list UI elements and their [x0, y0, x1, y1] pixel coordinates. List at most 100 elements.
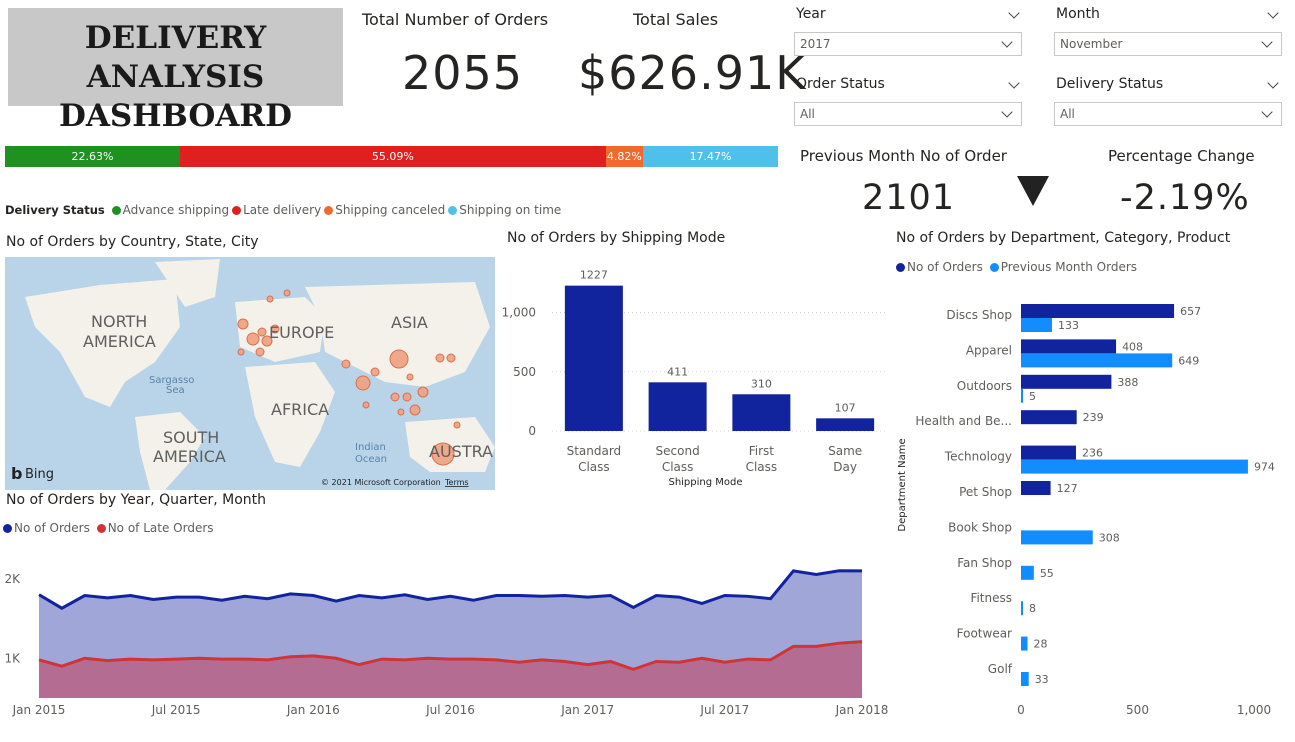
department-bar[interactable]: [1021, 318, 1052, 332]
x-tick-label: Jul 2017: [699, 703, 749, 717]
department-chart[interactable]: 0 500 1,000 Discs Shop 657 133 Apparel 408 649 Ou…: [893, 285, 1293, 720]
legend-item-label: Advance shipping: [122, 203, 230, 217]
order-status-dropdown-value: All: [800, 107, 815, 121]
month-dropdown[interactable]: November: [1054, 32, 1282, 56]
data-label: 310: [751, 377, 772, 390]
chevron-down-icon: [1261, 36, 1273, 48]
department-bar[interactable]: [1021, 304, 1175, 318]
legend-dot-late-icon: [96, 524, 106, 533]
department-bar[interactable]: [1021, 445, 1076, 460]
month-slicer-label: Month: [1056, 6, 1100, 22]
timeseries-title: No of Orders by Year, Quarter, Month: [6, 492, 266, 508]
department-bar[interactable]: [1021, 353, 1173, 368]
shipping-bar[interactable]: [648, 382, 707, 431]
month-collapse-chevron-icon[interactable]: [1267, 7, 1279, 19]
timeseries-chart[interactable]: 1K 2K Jan 2015 Jul 2015 Jan 2016 Jul 2016 Jan …: [0, 545, 895, 735]
map-bubble: [406, 373, 414, 381]
order-status-slicer-label: Order Status: [796, 76, 885, 92]
category-label: Discs Shop: [946, 308, 1012, 322]
y-tick-label: 1K: [4, 651, 21, 665]
data-label: 239: [1083, 411, 1104, 424]
data-label: 408: [1122, 340, 1143, 353]
map-label-australia: AUSTRA: [429, 442, 493, 461]
map-bubble: [446, 353, 456, 363]
year-slicer-label: Year: [796, 6, 826, 22]
department-bar[interactable]: [1021, 374, 1112, 389]
previous-month-orders-label: Previous Month No of Order: [800, 147, 1007, 165]
data-label: 657: [1180, 305, 1201, 318]
department-bar[interactable]: [1021, 459, 1248, 474]
category-label: Apparel: [966, 343, 1012, 357]
category-label: Health and Be...: [915, 414, 1012, 428]
data-label: 5: [1029, 390, 1036, 403]
data-label: 974: [1254, 461, 1275, 474]
category-label: Golf: [988, 662, 1013, 676]
delivery-bar-segment[interactable]: 17.47%: [643, 146, 779, 167]
y-tick-label: 500: [513, 365, 536, 379]
map-label-sargasso-2: Sea: [166, 385, 185, 396]
department-bar[interactable]: [1021, 481, 1051, 495]
shipping-bar[interactable]: [564, 285, 623, 431]
map-label-africa: AFRICA: [271, 400, 329, 419]
orders-map[interactable]: NORTH AMERICA EUROPE ASIA AFRICA SOUTH A…: [5, 257, 495, 490]
delivery-bar-segment[interactable]: 22.63%: [5, 146, 180, 167]
data-label: 1227: [580, 269, 608, 282]
department-bar[interactable]: [1021, 601, 1023, 616]
map-title: No of Orders by Country, State, City: [6, 234, 259, 250]
department-bar[interactable]: [1021, 530, 1093, 545]
map-label-north-america-2: AMERICA: [83, 332, 156, 351]
shipping-bar[interactable]: [732, 394, 791, 431]
x-tick-label: Jan 2016: [286, 703, 340, 717]
y-tick-label: 1,000: [502, 306, 536, 320]
category-label: Technology: [944, 450, 1012, 464]
legend-item-label: Shipping canceled: [335, 203, 446, 217]
percentage-change-value: -2.19%: [1120, 178, 1250, 218]
map-label-indian-1: Indian: [355, 442, 386, 453]
delivery-bar-segment[interactable]: 55.09%: [179, 146, 606, 167]
map-terms-link: Terms: [444, 478, 469, 487]
map-bubble: [257, 327, 267, 337]
legend-label-late: No of Late Orders: [107, 521, 214, 535]
category-label: Book Shop: [948, 520, 1012, 534]
legend-dot-previous-icon: [989, 263, 999, 272]
title-line-2: DASHBOARD: [58, 98, 293, 134]
delivery-status-dropdown[interactable]: All: [1054, 102, 1282, 126]
x-tick-label: Class: [578, 460, 610, 474]
total-sales-label: Total Sales: [633, 10, 719, 29]
map-bubble: [435, 353, 445, 363]
delivery-status-bar[interactable]: 22.63% 55.09% 4.82% 17.47%: [5, 146, 779, 167]
data-label: 236: [1082, 447, 1103, 460]
order-status-collapse-chevron-icon[interactable]: [1008, 77, 1020, 89]
legend-dot-icon: [232, 206, 242, 215]
dashboard-title: DELIVERY ANALYSIS DASHBOARD: [8, 8, 343, 134]
department-bar[interactable]: [1021, 388, 1023, 403]
year-collapse-chevron-icon[interactable]: [1008, 7, 1020, 19]
department-bar[interactable]: [1021, 339, 1117, 354]
delivery-bar-segment[interactable]: 4.82%: [605, 146, 644, 167]
map-bubble: [246, 332, 260, 346]
department-bar[interactable]: [1021, 636, 1028, 651]
department-bar[interactable]: [1021, 565, 1034, 580]
map-bubble: [397, 408, 405, 416]
year-dropdown[interactable]: 2017: [794, 32, 1022, 56]
data-label: 308: [1099, 531, 1120, 544]
data-label: 649: [1178, 354, 1199, 367]
shipping-bar[interactable]: [816, 418, 875, 431]
legend-item-label: Shipping on time: [459, 203, 562, 217]
department-bar[interactable]: [1021, 410, 1077, 425]
order-status-dropdown[interactable]: All: [794, 102, 1022, 126]
bing-label: Bing: [25, 467, 54, 482]
y-tick-label: 2K: [4, 572, 21, 586]
delivery-status-collapse-chevron-icon[interactable]: [1267, 77, 1279, 89]
legend-dot-icon: [448, 206, 458, 215]
map-bubble: [409, 404, 421, 416]
map-bubble: [389, 349, 409, 369]
map-bubble: [237, 318, 249, 330]
shipping-mode-chart[interactable]: 0 500 1,000 1227 Standard Class 411 Second Class…: [500, 252, 895, 492]
previous-month-orders-value: 2101: [862, 178, 956, 218]
data-label: 411: [667, 365, 688, 378]
chevron-down-icon: [1001, 36, 1013, 48]
map-bubble: [255, 347, 265, 357]
bing-logo-icon: b: [11, 464, 22, 483]
department-bar[interactable]: [1021, 672, 1029, 686]
